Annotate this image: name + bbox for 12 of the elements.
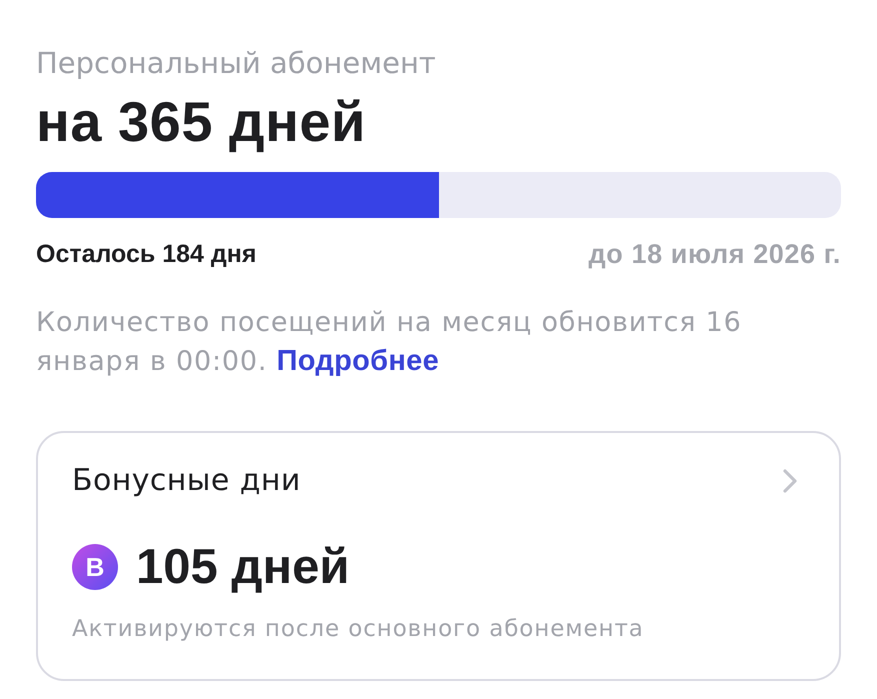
- end-date: до 18 июля 2026 г.: [588, 238, 841, 270]
- subscription-label: Персональный абонемент: [36, 46, 437, 80]
- card-title: Бонусные дни: [72, 462, 301, 500]
- chevron-right-icon: [783, 469, 797, 493]
- more-link[interactable]: Подробнее: [276, 345, 439, 377]
- bonus-badge: B: [72, 544, 118, 590]
- bonus-amount: 105 дней: [136, 539, 350, 595]
- visits-notice: Количество посещений на месяц обновится 16 января в 00:00. Подробнее: [36, 306, 743, 379]
- bonus-note: Активируются после основного абонемента: [72, 615, 645, 643]
- subscription-title: на 365 дней: [36, 90, 367, 154]
- remaining-days: Осталось 184 дня: [36, 238, 256, 270]
- bonus-days-card[interactable]: Бонусные дни B 105 дней Активируются после основного абонемента: [36, 431, 841, 681]
